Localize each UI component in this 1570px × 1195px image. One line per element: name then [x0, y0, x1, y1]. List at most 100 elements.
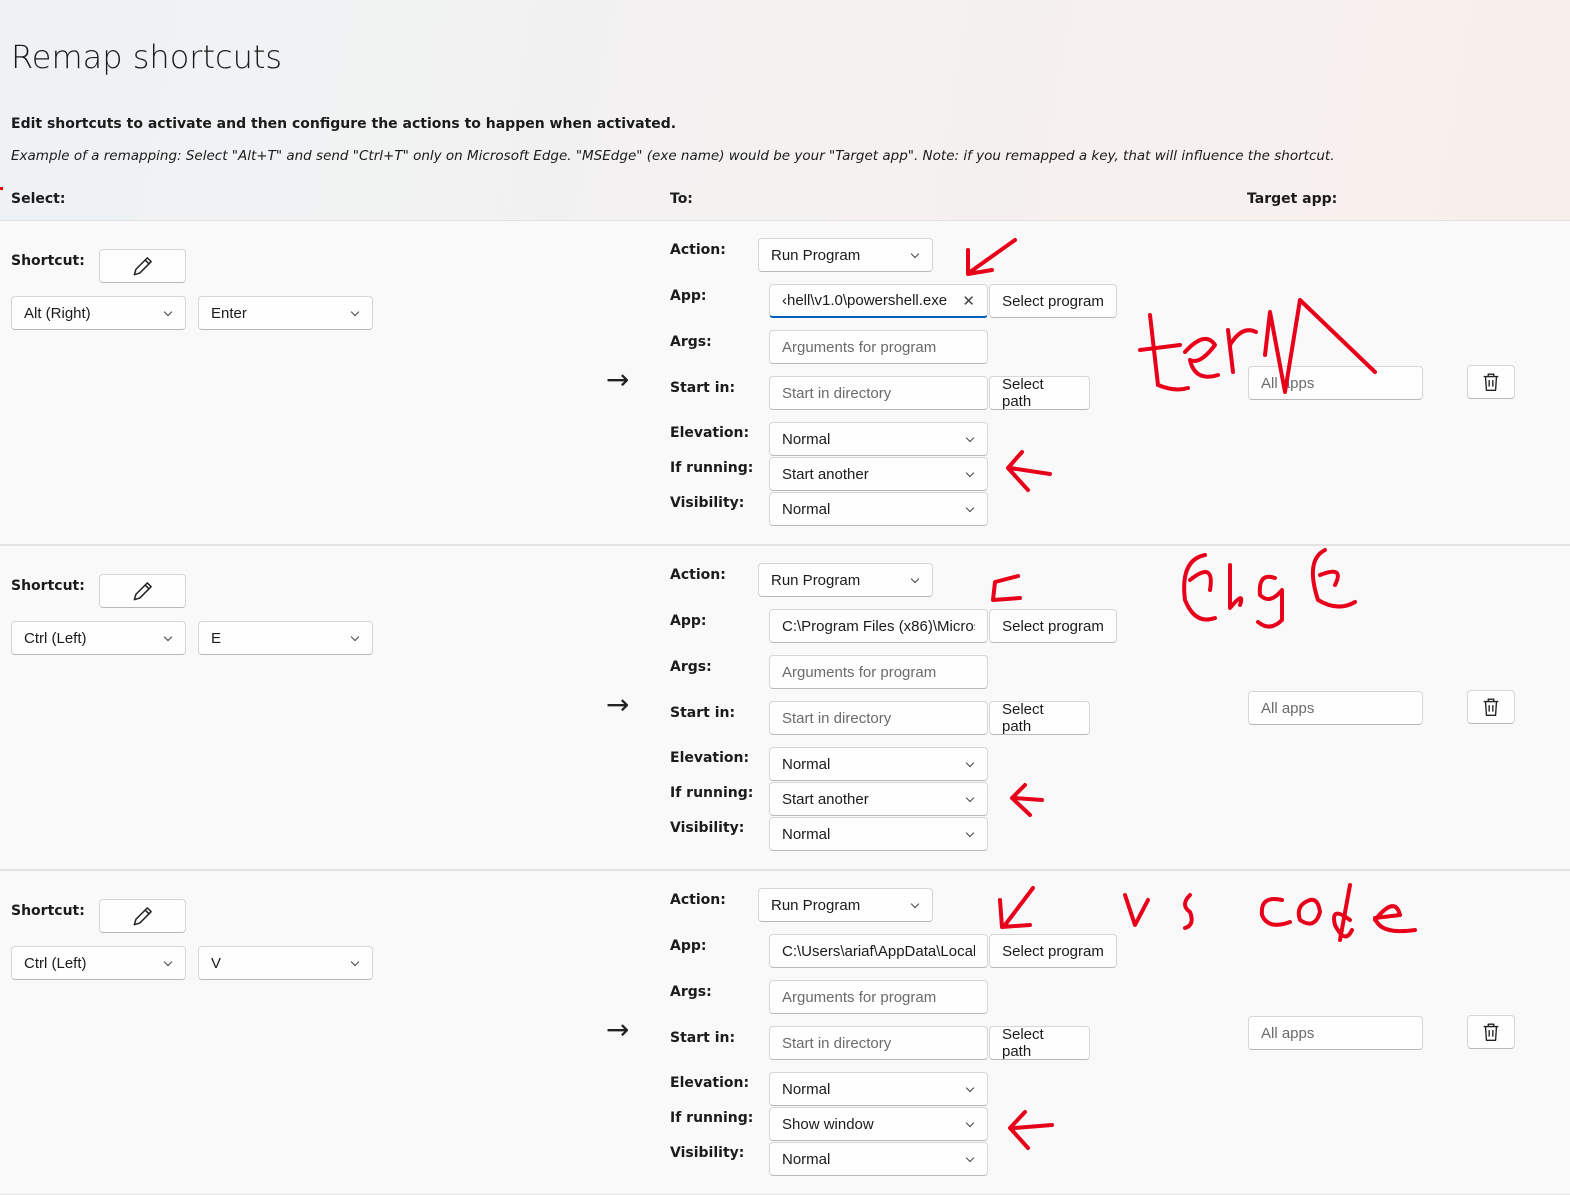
elevation-dropdown[interactable]: Normal [769, 422, 988, 456]
target-app-input[interactable]: All apps [1248, 1016, 1423, 1050]
chevron-down-icon [164, 959, 173, 968]
if-running-dropdown-value: Show window [782, 1115, 874, 1133]
select-path-button[interactable]: Select path [989, 701, 1090, 735]
delete-button[interactable] [1467, 1015, 1515, 1049]
visibility-dropdown-value: Normal [782, 825, 831, 843]
if-running-label: If running: [670, 460, 754, 476]
start-in-label: Start in: [670, 380, 736, 396]
if-running-dropdown[interactable]: Start another [769, 457, 988, 491]
pencil-icon [133, 582, 152, 601]
key-dropdown-value: V [211, 954, 222, 972]
column-header-target-app: Target app: [1247, 191, 1338, 207]
start-in-input[interactable]: Start in directory [769, 1026, 988, 1060]
visibility-dropdown-value: Normal [782, 1150, 831, 1168]
select-path-button-label: Select path [1002, 701, 1044, 735]
args-input-text: Arguments for program [782, 988, 937, 1006]
start-in-input[interactable]: Start in directory [769, 701, 988, 735]
close-icon[interactable]: ✕ [962, 292, 975, 310]
select-program-button[interactable]: Select program [989, 284, 1117, 318]
if-running-dropdown[interactable]: Start another [769, 782, 988, 816]
modifier-dropdown[interactable]: Alt (Right) [11, 296, 186, 330]
edit-shortcut-button[interactable] [99, 249, 186, 283]
header-area [0, 0, 1570, 220]
args-label: Args: [670, 659, 712, 675]
edit-shortcut-button[interactable] [99, 899, 186, 933]
chevron-down-icon [351, 634, 360, 643]
args-input-text: Arguments for program [782, 663, 937, 681]
visibility-dropdown[interactable]: Normal [769, 492, 988, 526]
start-in-input-text: Start in directory [782, 709, 892, 727]
chevron-down-icon [164, 309, 173, 318]
chevron-down-icon [966, 1155, 975, 1164]
chevron-down-icon [966, 795, 975, 804]
action-dropdown[interactable]: Run Program [758, 238, 933, 272]
select-path-button[interactable]: Select path [989, 1026, 1090, 1060]
select-program-button[interactable]: Select program [989, 934, 1117, 968]
ink-dot [0, 187, 3, 190]
action-dropdown-value: Run Program [771, 896, 861, 914]
elevation-dropdown-value: Normal [782, 1080, 831, 1098]
chevron-down-icon [966, 1120, 975, 1129]
key-dropdown[interactable]: E [198, 621, 373, 655]
elevation-label: Elevation: [670, 750, 750, 766]
shortcut-label: Shortcut: [11, 253, 85, 269]
modifier-dropdown-value: Ctrl (Left) [24, 954, 87, 972]
elevation-label: Elevation: [670, 1075, 750, 1091]
chevron-down-icon [966, 470, 975, 479]
edit-shortcut-button[interactable] [99, 574, 186, 608]
if-running-dropdown-value: Start another [782, 465, 869, 483]
start-in-input[interactable]: Start in directory [769, 376, 988, 410]
key-dropdown[interactable]: Enter [198, 296, 373, 330]
app-path-input[interactable]: C:\Users\ariaf\AppData\Local [769, 934, 988, 968]
visibility-dropdown[interactable]: Normal [769, 1142, 988, 1176]
args-input[interactable]: Arguments for program [769, 655, 988, 689]
app-path-text: ‹hell\v1.0\powershell.exe [782, 292, 948, 309]
pencil-icon [133, 907, 152, 926]
if-running-dropdown-value: Start another [782, 790, 869, 808]
select-program-button[interactable]: Select program [989, 609, 1117, 643]
app-label: App: [670, 613, 707, 629]
app-path-input[interactable]: C:\Program Files (x86)\Micros [769, 609, 988, 643]
column-header-to: To: [670, 191, 693, 207]
target-app-input-text: All apps [1261, 1024, 1315, 1042]
chevron-down-icon [911, 576, 920, 585]
delete-button[interactable] [1467, 365, 1515, 399]
chevron-down-icon [351, 309, 360, 318]
args-input[interactable]: Arguments for program [769, 980, 988, 1014]
action-dropdown[interactable]: Run Program [758, 888, 933, 922]
select-path-button[interactable]: Select path [989, 376, 1090, 410]
visibility-label: Visibility: [670, 495, 745, 511]
if-running-label: If running: [670, 785, 754, 801]
select-path-button-label: Select path [1002, 376, 1044, 410]
visibility-dropdown[interactable]: Normal [769, 817, 988, 851]
chevron-down-icon [966, 760, 975, 769]
key-dropdown[interactable]: V [198, 946, 373, 980]
delete-button[interactable] [1467, 690, 1515, 724]
chevron-down-icon [966, 435, 975, 444]
modifier-dropdown[interactable]: Ctrl (Left) [11, 946, 186, 980]
elevation-dropdown[interactable]: Normal [769, 747, 988, 781]
app-label: App: [670, 938, 707, 954]
start-in-label: Start in: [670, 1030, 736, 1046]
trash-icon [1483, 373, 1499, 391]
if-running-dropdown[interactable]: Show window [769, 1107, 988, 1141]
remap-row: Shortcut: Ctrl (Left) E → Action: Run Program… [0, 545, 1570, 870]
target-app-input[interactable]: All apps [1248, 366, 1423, 400]
select-path-button-label: Select path [1002, 1026, 1044, 1060]
args-input[interactable]: Arguments for program [769, 330, 988, 364]
chevron-down-icon [966, 830, 975, 839]
elevation-dropdown-value: Normal [782, 755, 831, 773]
modifier-dropdown[interactable]: Ctrl (Left) [11, 621, 186, 655]
target-app-input[interactable]: All apps [1248, 691, 1423, 725]
chevron-down-icon [911, 251, 920, 260]
target-app-input-text: All apps [1261, 699, 1315, 717]
visibility-dropdown-value: Normal [782, 500, 831, 518]
app-path-input[interactable]: ‹hell\v1.0\powershell.exe ✕ [769, 284, 988, 318]
select-program-button-label: Select program [1002, 942, 1104, 960]
elevation-dropdown[interactable]: Normal [769, 1072, 988, 1106]
remap-row: Shortcut: Ctrl (Left) V → Action: Run Program… [0, 870, 1570, 1195]
action-dropdown[interactable]: Run Program [758, 563, 933, 597]
elevation-label: Elevation: [670, 425, 750, 441]
visibility-label: Visibility: [670, 820, 745, 836]
visibility-label: Visibility: [670, 1145, 745, 1161]
